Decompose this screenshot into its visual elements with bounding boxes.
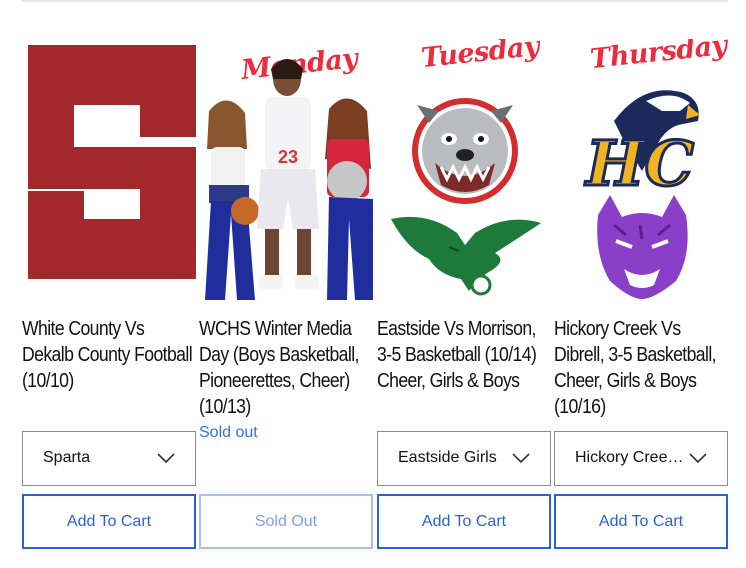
top-divider	[22, 0, 728, 2]
eagle-logo	[391, 216, 541, 296]
chevron-down-icon	[157, 453, 175, 464]
variant-select-value: Hickory Creek Girls	[575, 449, 687, 466]
dibrell-bobcat-logo	[597, 195, 688, 299]
product-image-eastside-morrison[interactable]: Tuesday	[377, 39, 551, 300]
product-title[interactable]: Eastside Vs Morrison, 3-5 Basketball (10…	[377, 316, 553, 394]
hc-letters: HC	[584, 127, 694, 200]
product-image-sparta[interactable]	[22, 39, 196, 300]
product-card: White County Vs Dekalb County Football (…	[22, 39, 196, 549]
chevron-down-icon	[689, 453, 707, 464]
athletes-photo: 23	[205, 59, 373, 300]
product-title[interactable]: White County Vs Dekalb County Football (…	[22, 316, 198, 394]
add-to-cart-button[interactable]: Add To Cart	[377, 494, 551, 549]
variant-select-value: Eastside Girls	[398, 449, 497, 466]
product-card: Tuesday Eastside Vs Morrison, 3-5 Basket…	[377, 39, 551, 549]
sold-out-status: Sold out	[199, 424, 258, 441]
variant-select[interactable]: Sparta	[22, 431, 196, 486]
product-image-hickory-creek-dibrell[interactable]: Thursday HC	[554, 39, 728, 300]
chevron-down-icon	[512, 453, 530, 464]
product-card: Thursday HC Hickory Creek Vs Dibrell, 3-…	[554, 39, 728, 549]
product-title[interactable]: Hickory Creek Vs Dibrell, 3-5 Basketball…	[554, 316, 730, 420]
product-title[interactable]: WCHS Winter Media Day (Boys Basketball, …	[199, 316, 375, 420]
add-to-cart-button[interactable]: Add To Cart	[22, 494, 196, 549]
sparta-s-logo	[28, 45, 196, 279]
jersey-number: 23	[278, 147, 298, 167]
add-to-cart-button[interactable]: Add To Cart	[554, 494, 728, 549]
variant-select[interactable]: Hickory Creek Girls	[554, 431, 728, 486]
product-image-media-day[interactable]: Monday 23	[199, 39, 373, 300]
variant-select-value: Sparta	[43, 449, 91, 466]
variant-select[interactable]: Eastside Girls	[377, 431, 551, 486]
product-card: Monday 23 WCHS Winter Media Day (Boys Ba…	[199, 39, 373, 549]
day-banner: Thursday	[588, 39, 728, 76]
sold-out-button[interactable]: Sold Out	[199, 494, 373, 549]
